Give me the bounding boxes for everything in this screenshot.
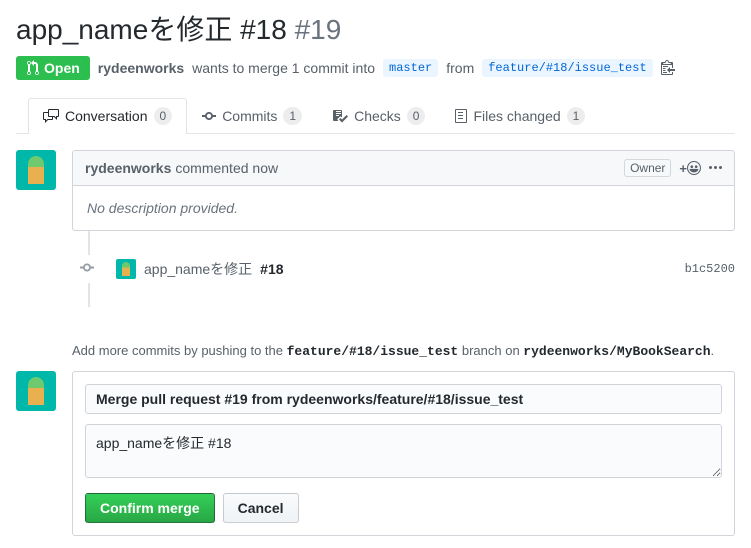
git-commit-icon xyxy=(202,108,216,124)
merge-text-2: from xyxy=(446,60,474,76)
hint-prefix: Add more commits by pushing to the xyxy=(72,343,287,358)
state-label: Open xyxy=(44,60,80,76)
timeline-connector xyxy=(88,231,90,255)
git-pull-request-icon xyxy=(26,60,40,76)
timeline-comment: rydeenworks commented now Owner + No des… xyxy=(16,150,735,231)
commit-avatar[interactable] xyxy=(116,259,136,279)
comment-author[interactable]: rydeenworks xyxy=(85,160,171,176)
tab-checks-label: Checks xyxy=(354,108,401,124)
tab-files[interactable]: Files changed 1 xyxy=(440,98,600,133)
commit-message[interactable]: app_nameを修正 xyxy=(144,259,252,279)
owner-badge: Owner xyxy=(624,159,671,177)
tab-conversation-count: 0 xyxy=(154,107,173,125)
state-badge-open: Open xyxy=(16,56,90,80)
pr-number: #19 xyxy=(295,14,342,45)
tab-conversation[interactable]: Conversation 0 xyxy=(28,98,187,134)
file-diff-icon xyxy=(455,108,467,124)
add-reaction-button[interactable]: + xyxy=(679,161,701,176)
kebab-menu[interactable] xyxy=(709,160,722,176)
base-branch[interactable]: master xyxy=(383,59,438,77)
merge-description-textarea[interactable] xyxy=(85,424,722,478)
tab-commits[interactable]: Commits 1 xyxy=(187,98,317,133)
comment-discussion-icon xyxy=(43,108,59,124)
commit-dot-icon xyxy=(80,260,94,279)
pr-author[interactable]: rydeenworks xyxy=(98,60,184,76)
commit-issue-ref[interactable]: #18 xyxy=(260,261,283,277)
merge-title-input[interactable] xyxy=(85,384,722,414)
merge-text-1: wants to merge 1 commit into xyxy=(192,60,375,76)
commit-sha[interactable]: b1c5200 xyxy=(685,262,735,276)
tab-checks-count: 0 xyxy=(407,107,426,125)
tab-commits-count: 1 xyxy=(283,107,302,125)
pr-title-text: app_nameを修正 #18 xyxy=(16,14,287,45)
checklist-icon xyxy=(332,108,348,124)
comment-header: rydeenworks commented now Owner + xyxy=(73,151,734,186)
comment-action: commented now xyxy=(175,160,278,176)
merge-form: Confirm merge Cancel xyxy=(72,371,735,536)
smiley-icon xyxy=(687,161,701,175)
hint-branch: feature/#18/issue_test xyxy=(287,344,459,359)
hint-middle: branch on xyxy=(458,343,523,358)
pr-title: app_nameを修正 #18 #19 xyxy=(16,12,735,48)
avatar[interactable] xyxy=(16,150,56,190)
avatar[interactable] xyxy=(16,371,56,411)
push-hint: Add more commits by pushing to the featu… xyxy=(72,343,735,359)
head-branch[interactable]: feature/#18/issue_test xyxy=(482,59,652,77)
tab-checks[interactable]: Checks 0 xyxy=(317,98,440,133)
tab-conversation-label: Conversation xyxy=(65,108,148,124)
merge-timeline: Confirm merge Cancel xyxy=(16,371,735,536)
tab-commits-label: Commits xyxy=(222,108,277,124)
hint-suffix: . xyxy=(711,343,715,358)
tabnav: Conversation 0 Commits 1 Checks 0 Files … xyxy=(16,98,735,134)
hint-repo: rydeenworks/MyBookSearch xyxy=(523,344,710,359)
copy-icon[interactable] xyxy=(661,59,675,78)
commit-row: app_nameを修正 #18 b1c5200 xyxy=(16,255,735,283)
timeline-connector xyxy=(88,283,90,307)
comment-body: No description provided. xyxy=(73,186,734,230)
confirm-merge-button[interactable]: Confirm merge xyxy=(85,493,215,523)
tab-files-label: Files changed xyxy=(473,108,560,124)
kebab-icon xyxy=(709,160,722,176)
cancel-button[interactable]: Cancel xyxy=(223,493,299,523)
pr-meta: Open rydeenworks wants to merge 1 commit… xyxy=(16,56,735,80)
tab-files-count: 1 xyxy=(567,107,586,125)
comment-box: rydeenworks commented now Owner + No des… xyxy=(72,150,735,231)
